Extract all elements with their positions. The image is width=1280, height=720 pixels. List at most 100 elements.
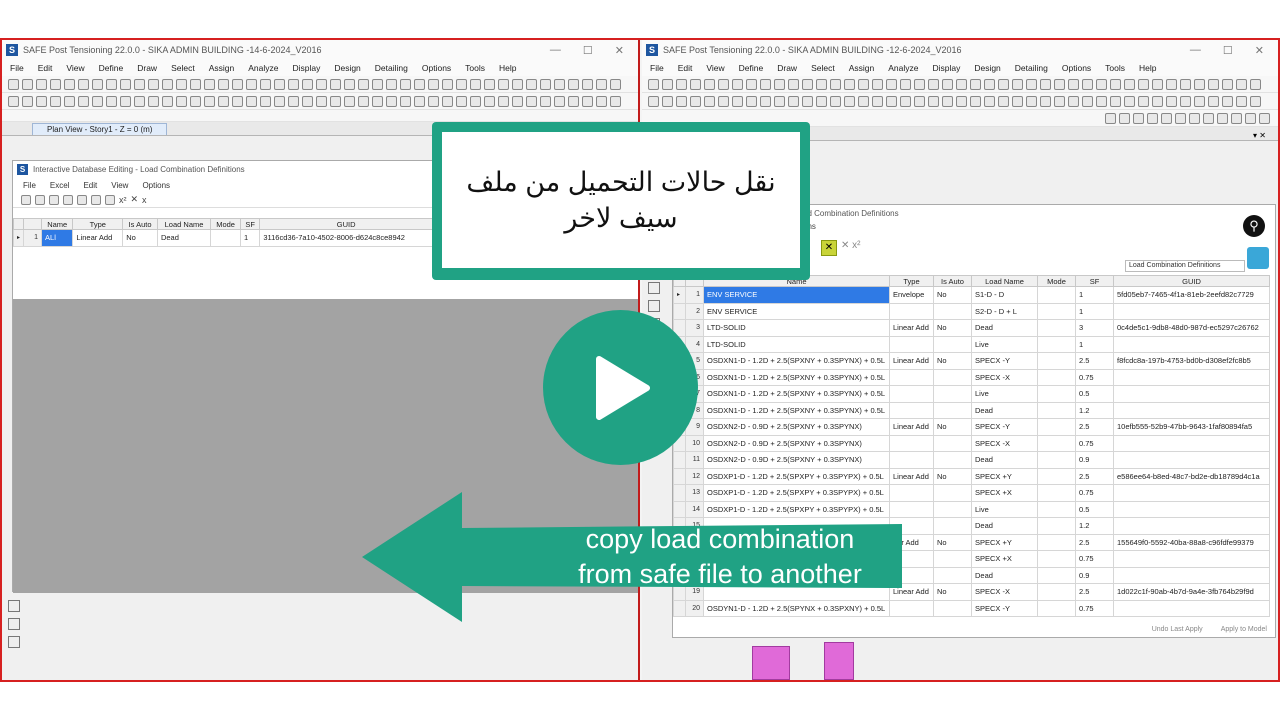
toolbar-button-icon[interactable] <box>816 78 827 90</box>
menu-item-options[interactable]: Options <box>1062 63 1091 73</box>
toolbar-button-icon[interactable] <box>1012 95 1023 107</box>
cell-auto[interactable] <box>933 500 972 518</box>
cell-name[interactable]: OSDXN1-D - 1.2D + 2.5(SPXNY + 0.3SPYNX) … <box>703 368 890 386</box>
cell-type[interactable] <box>889 451 934 469</box>
cell-load[interactable]: Live <box>971 385 1038 403</box>
sort-icon[interactable] <box>77 194 87 205</box>
cell-sf[interactable]: 0.75 <box>1075 599 1114 617</box>
toolbar-button-icon[interactable] <box>1259 112 1270 124</box>
cell-guid[interactable]: f8fcdc8a-197b-4753-bd0b-d308ef2fc8b5 <box>1113 352 1270 370</box>
toolbar-button-icon[interactable] <box>162 95 173 107</box>
cell-auto[interactable]: No <box>122 229 158 247</box>
toolbar-button-icon[interactable] <box>1133 112 1144 124</box>
cell-mode[interactable] <box>1037 484 1076 502</box>
toolbar-button-icon[interactable] <box>540 95 551 107</box>
menu-item-detailing[interactable]: Detailing <box>375 63 408 73</box>
toolbar-button-icon[interactable] <box>1166 78 1177 90</box>
toolbar-button-icon[interactable] <box>872 78 883 90</box>
table-row[interactable]: 5 OSDXN1-D - 1.2D + 2.5(SPXNY + 0.3SPYNX)… <box>673 352 1270 370</box>
toolbar-button-icon[interactable] <box>554 95 565 107</box>
toolbar-button-icon[interactable] <box>1026 78 1037 90</box>
cell-guid[interactable] <box>1113 484 1270 502</box>
toolbar-button-icon[interactable] <box>718 78 729 90</box>
minimize-icon[interactable]: — <box>550 44 561 57</box>
cell-sf[interactable]: 1 <box>1075 335 1114 353</box>
table-row[interactable]: 4 LTD-SOLID Live 1 <box>673 335 1270 353</box>
column-header-load-name[interactable]: Load Name <box>156 218 212 230</box>
toolbar-button-icon[interactable] <box>120 78 131 90</box>
cell-sf[interactable]: 1 <box>1075 286 1114 304</box>
cell-guid[interactable] <box>1113 451 1270 469</box>
menu-item-file[interactable]: File <box>23 181 36 190</box>
column-header-sf[interactable]: SF <box>1075 275 1114 287</box>
cell-mode[interactable] <box>1037 550 1076 568</box>
column-header-type[interactable]: Type <box>889 275 934 287</box>
cell-mode[interactable] <box>1037 500 1076 518</box>
menu-item-design[interactable]: Design <box>334 63 360 73</box>
cell-sf[interactable]: 0.5 <box>1075 500 1114 518</box>
toolbar-button-icon[interactable] <box>610 95 621 107</box>
menu-item-assign[interactable]: Assign <box>209 63 235 73</box>
toolbar-button-icon[interactable] <box>1161 112 1172 124</box>
cell-name[interactable]: OSDXN2-D - 0.9D + 2.5(SPXNY + 0.3SPYNX) <box>703 418 890 436</box>
cell-guid[interactable] <box>1113 401 1270 419</box>
filter-icon[interactable] <box>91 194 101 205</box>
cell-load[interactable]: Live <box>971 335 1038 353</box>
toolbar-button-icon[interactable] <box>1152 95 1163 107</box>
cell-name[interactable]: OSDXN2-D - 0.9D + 2.5(SPXNY + 0.3SPYNX) <box>703 434 890 452</box>
cell-auto[interactable]: No <box>933 418 972 436</box>
location-pin-icon[interactable]: ⚲ <box>1243 215 1265 237</box>
cell-sf[interactable]: 0.75 <box>1075 434 1114 452</box>
file-icon[interactable] <box>648 282 660 294</box>
cell-guid[interactable]: 0c4de5c1-9db8-48d0-987d-ec5297c26762 <box>1113 319 1270 337</box>
toolbar-button-icon[interactable] <box>484 95 495 107</box>
table-row[interactable]: ▸ 1 ALl Linear Add No Dead 1 3116cd36-7a10-4502… <box>12 229 433 247</box>
toolbar-button-icon[interactable] <box>956 95 967 107</box>
toolbar-button-icon[interactable] <box>50 95 61 107</box>
menu-item-define[interactable]: Define <box>99 63 124 73</box>
table-row[interactable]: 11 OSDXN2-D - 0.9D + 2.5(SPXNY + 0.3SPYNX… <box>673 451 1270 469</box>
menu-item-display[interactable]: Display <box>292 63 320 73</box>
cell-load[interactable]: SPECX +Y <box>971 467 1038 485</box>
toolbar-button-icon[interactable] <box>78 78 89 90</box>
toolbar-button-icon[interactable] <box>162 78 173 90</box>
menu-item-options[interactable]: Options <box>142 181 170 190</box>
toolbar-button-icon[interactable] <box>1231 112 1242 124</box>
find-icon[interactable] <box>105 194 115 205</box>
cell-load[interactable]: Dead <box>971 401 1038 419</box>
slab-element[interactable] <box>752 646 790 680</box>
column-header-type[interactable]: Type <box>72 218 124 230</box>
toolbar-button-icon[interactable] <box>662 78 673 90</box>
dropdown-icon[interactable]: ▾ ✕ <box>1253 131 1266 140</box>
toolbar-button-icon[interactable] <box>970 78 981 90</box>
menu-item-edit[interactable]: Edit <box>83 181 97 190</box>
toolbar-button-icon[interactable] <box>50 78 61 90</box>
toolbar-button-icon[interactable] <box>92 78 103 90</box>
insert-row-icon[interactable] <box>49 194 59 205</box>
toolbar-button-icon[interactable] <box>316 78 327 90</box>
cell-guid[interactable] <box>1113 385 1270 403</box>
cell-mode[interactable] <box>1037 401 1076 419</box>
toolbar-button-icon[interactable] <box>704 78 715 90</box>
cell-mode[interactable] <box>1037 599 1076 617</box>
toolbar-button-icon[interactable] <box>64 95 75 107</box>
toolbar-button-icon[interactable] <box>596 78 607 90</box>
cell-sf[interactable]: 0.75 <box>1075 550 1114 568</box>
delete-row-icon[interactable] <box>63 194 73 205</box>
cell-sf[interactable]: 0.75 <box>1075 484 1114 502</box>
menu-item-detailing[interactable]: Detailing <box>1015 63 1048 73</box>
toolbar-button-icon[interactable] <box>22 95 33 107</box>
toolbar-button-icon[interactable] <box>582 78 593 90</box>
cell-type[interactable]: Envelope <box>889 286 934 304</box>
toolbar-button-icon[interactable] <box>1203 112 1214 124</box>
toolbar-button-icon[interactable] <box>676 95 687 107</box>
toolbar-button-icon[interactable] <box>330 95 341 107</box>
toolbar-button-icon[interactable] <box>830 78 841 90</box>
toolbar-button-icon[interactable] <box>690 78 701 90</box>
table-row[interactable]: 2 ENV SERVICE S2-D - D + L 1 <box>673 302 1270 320</box>
toolbar-button-icon[interactable] <box>512 95 523 107</box>
apply-to-model-button[interactable]: Apply to Model <box>1221 626 1267 633</box>
cell-sf[interactable]: 1 <box>1075 302 1114 320</box>
cell-guid[interactable] <box>1113 368 1270 386</box>
toolbar-button-icon[interactable] <box>928 95 939 107</box>
